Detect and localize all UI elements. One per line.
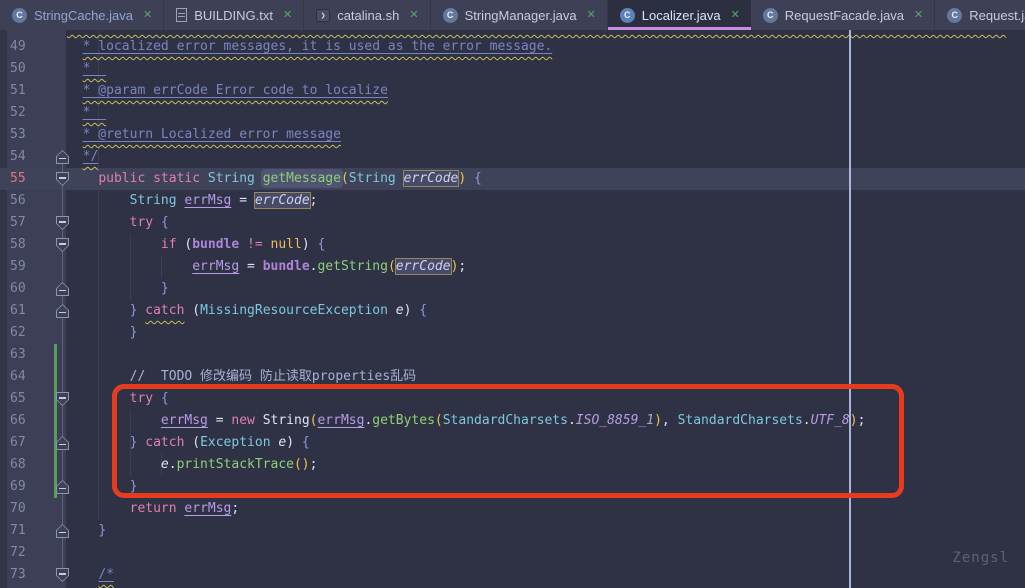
tab-stringcache-java[interactable]: C StringCache.java ✕ [0,0,164,30]
tab-label: StringManager.java [465,8,577,23]
tab-close-icon[interactable]: ✕ [143,10,152,21]
fold-marker-line-71[interactable] [56,524,69,538]
code-line-71[interactable]: } [67,520,106,542]
fold-marker-line-69[interactable] [56,480,69,494]
code-line-52[interactable]: * [67,102,106,124]
line-number-65: 65 [10,388,44,410]
line-number-67: 67 [10,432,44,454]
fold-marker-line-65[interactable] [56,392,69,406]
tab-request-java[interactable]: CRequest.java✕ [935,0,1025,30]
editor-tab-bar: C StringCache.java ✕ BUILDING.txt ✕ ❯ catalina… [0,0,1025,30]
fold-marker-line-67[interactable] [56,436,69,450]
code-line-58[interactable]: if (bundle != null) { [67,234,325,256]
line-number-70: 70 [10,498,44,520]
line-number-59: 59 [10,256,44,278]
line-number-51: 51 [10,80,44,102]
line-number-53: 53 [10,124,44,146]
tab-close-icon[interactable]: ✕ [731,10,740,21]
tab-label: RequestFacade.java [785,8,904,23]
java-class-icon: C [763,8,778,23]
fold-marker-line-58[interactable] [56,238,69,252]
line-number-54: 54 [10,146,44,168]
line-number-60: 60 [10,278,44,300]
fold-marker-line-54[interactable] [56,150,69,164]
code-line-49[interactable]: * localized error messages, it is used a… [67,36,552,58]
code-line-57[interactable]: try { [67,212,169,234]
line-number-52: 52 [10,102,44,124]
code-editor[interactable]: 4950515253545556575859606162636465666768… [0,30,1025,588]
line-number-71: 71 [10,520,44,542]
watermark: Zengsl [952,550,1009,566]
line-number-66: 66 [10,410,44,432]
fold-marker-line-55[interactable] [56,172,69,186]
tab-label: BUILDING.txt [194,8,273,23]
line-number-58: 58 [10,234,44,256]
gutter-left-strip [0,30,7,588]
tab-close-icon[interactable]: ✕ [587,10,596,21]
line-number-49: 49 [10,36,44,58]
line-number-73: 73 [10,564,44,586]
code-line-56[interactable]: String errMsg = errCode; [67,190,318,212]
line-number-62: 62 [10,322,44,344]
tab-localizer-java[interactable]: C Localizer.java ✕ [608,0,751,30]
tab-label: Localizer.java [642,8,721,23]
fold-marker-line-60[interactable] [56,282,69,296]
clipped-line-squiggle: xxxxxxxxxxxxxxxxxxxxxxxxxxxxxxxxxxxxxxxx… [67,30,1006,36]
red-annotation-box [112,384,904,498]
java-class-icon: C [443,8,458,23]
line-number-50: 50 [10,58,44,80]
tab-close-icon[interactable]: ✕ [914,10,923,21]
line-number-57: 57 [10,212,44,234]
line-number-63: 63 [10,344,44,366]
line-number-69: 69 [10,476,44,498]
tab-requestfacade-java[interactable]: C RequestFacade.java ✕ [751,0,935,30]
code-line-61[interactable]: } catch (MissingResourceException e) { [67,300,427,322]
line-number-61: 61 [10,300,44,322]
tab-building-txt[interactable]: BUILDING.txt ✕ [164,0,304,30]
tab-close-icon[interactable]: ✕ [283,10,292,21]
java-class-icon: C [947,8,962,23]
code-line-55[interactable]: public static String getMessage(String e… [67,168,482,190]
line-number-64: 64 [10,366,44,388]
ide-window: C StringCache.java ✕ BUILDING.txt ✕ ❯ catalina… [0,0,1025,588]
fold-marker-line-57[interactable] [56,216,69,230]
code-line-50[interactable]: * [67,58,106,80]
code-line-51[interactable]: * @param errCode Error code to localize [67,80,388,102]
tab-label: catalina.sh [337,8,399,23]
right-margin-guide [849,30,851,588]
line-number-72: 72 [10,542,44,564]
java-class-icon: C [12,8,27,23]
tab-close-icon[interactable]: ✕ [409,10,418,21]
line-number-56: 56 [10,190,44,212]
tab-label: Request.java [969,8,1025,23]
fold-marker-line-61[interactable] [56,304,69,318]
fold-marker-line-73[interactable] [56,568,69,582]
tab-stringmanager-java[interactable]: C StringManager.java ✕ [431,0,608,30]
code-line-73[interactable]: /* [67,564,114,586]
vcs-added-change-bar [54,344,57,498]
code-line-62[interactable]: } [67,322,137,344]
code-line-53[interactable]: * @return Localized error message [67,124,341,146]
code-line-59[interactable]: errMsg = bundle.getString(errCode); [67,256,466,278]
code-line-70[interactable]: return errMsg; [67,498,239,520]
java-class-icon: C [620,8,635,23]
shell-script-icon: ❯ [316,9,330,22]
tab-label: StringCache.java [34,8,133,23]
line-number-55: 55 [10,168,44,190]
tab-catalina-sh[interactable]: ❯ catalina.sh ✕ [304,0,430,30]
code-line-60[interactable]: } [67,278,169,300]
code-line-54[interactable]: */ [67,146,98,168]
text-file-icon [176,8,187,22]
line-number-68: 68 [10,454,44,476]
